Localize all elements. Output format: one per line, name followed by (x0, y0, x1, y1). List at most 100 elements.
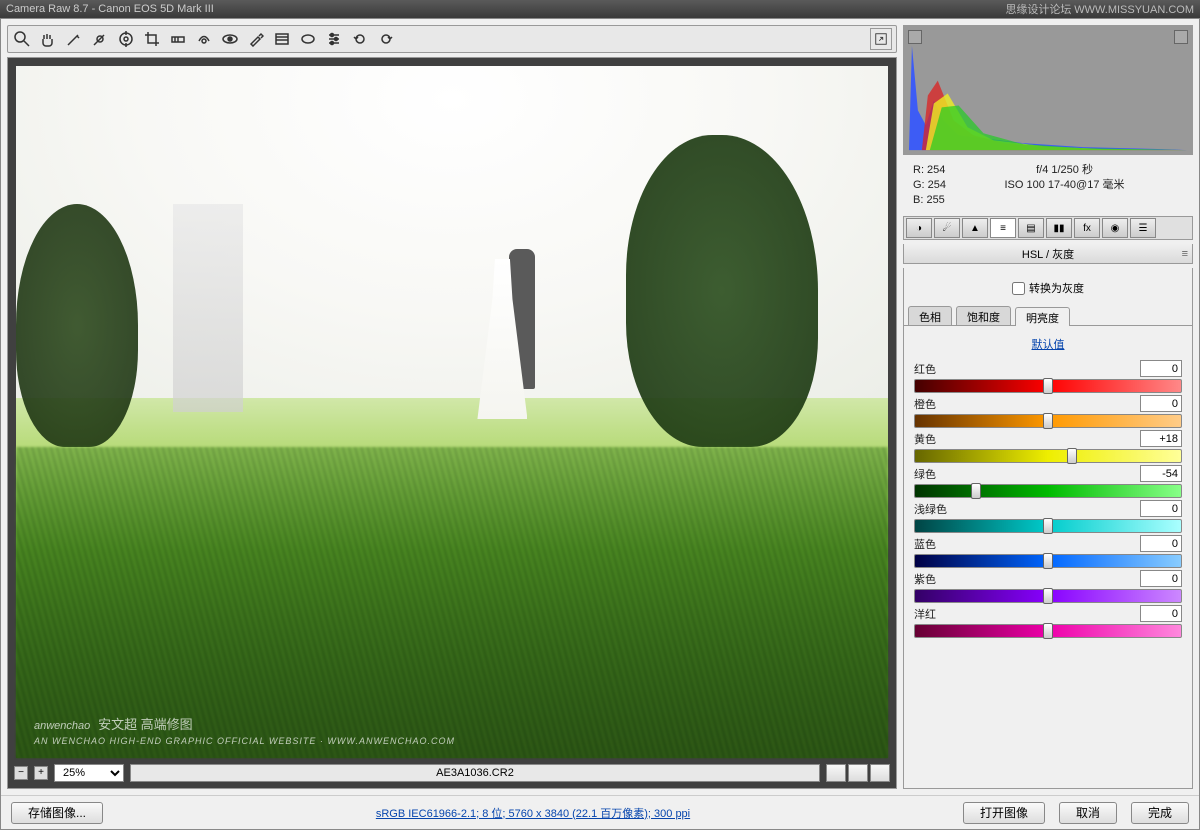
yellow-slider-label: 黄色 (914, 431, 936, 447)
zoom-tool-icon[interactable] (12, 29, 32, 49)
default-link[interactable]: 默认值 (914, 336, 1182, 356)
basic-tab-icon[interactable]: ◑ (906, 218, 932, 238)
orange-slider-row: 橙色 (914, 395, 1182, 428)
rgb-r: R: 254 (913, 163, 946, 178)
hsl-tab-icon[interactable]: ≡ (990, 218, 1016, 238)
preferences-tool-icon[interactable] (324, 29, 344, 49)
rating-button[interactable] (848, 764, 868, 782)
detail-tab-icon[interactable]: ▲ (962, 218, 988, 238)
green-slider-row: 绿色 (914, 465, 1182, 498)
camera-raw-window: anwenchao 安文超 高端修图 AN WENCHAO HIGH-END G… (0, 18, 1200, 830)
crop-tool-icon[interactable] (142, 29, 162, 49)
orange-slider-label: 橙色 (914, 396, 936, 412)
aqua-slider-track[interactable] (914, 519, 1182, 533)
lens-tab-icon[interactable]: ▮▮ (1046, 218, 1072, 238)
red-slider-thumb[interactable] (1043, 378, 1053, 394)
window-title: Camera Raw 8.7 - Canon EOS 5D Mark III (6, 3, 214, 15)
zoom-in-button[interactable]: + (34, 766, 48, 780)
convert-grayscale-checkbox[interactable] (1012, 282, 1025, 295)
orange-slider-value[interactable] (1140, 395, 1182, 412)
hue-subtab[interactable]: 色相 (908, 306, 952, 325)
aqua-slider-value[interactable] (1140, 500, 1182, 517)
saturation-subtab[interactable]: 饱和度 (956, 306, 1011, 325)
purple-slider-label: 紫色 (914, 571, 936, 587)
spot-removal-tool-icon[interactable] (194, 29, 214, 49)
green-slider-thumb[interactable] (971, 483, 981, 499)
purple-slider-row: 紫色 (914, 570, 1182, 603)
panel-tabs: ◑ ☄ ▲ ≡ ▤ ▮▮ fx ◉ ☰ (903, 216, 1193, 240)
fx-tab-icon[interactable]: fx (1074, 218, 1100, 238)
blue-slider-row: 蓝色 (914, 535, 1182, 568)
camera-tab-icon[interactable]: ◉ (1102, 218, 1128, 238)
exif-iso-lens: ISO 100 17-40@17 毫米 (946, 178, 1183, 193)
aqua-slider-label: 浅绿色 (914, 501, 947, 517)
open-image-button[interactable]: 打开图像 (963, 802, 1045, 824)
zoom-select[interactable]: 25% (54, 764, 124, 782)
aqua-slider-row: 浅绿色 (914, 500, 1182, 533)
rotate-ccw-icon[interactable] (350, 29, 370, 49)
purple-slider-thumb[interactable] (1043, 588, 1053, 604)
magenta-slider-track[interactable] (914, 624, 1182, 638)
split-tone-tab-icon[interactable]: ▤ (1018, 218, 1044, 238)
adjustment-brush-tool-icon[interactable] (246, 29, 266, 49)
blue-slider-track[interactable] (914, 554, 1182, 568)
yellow-slider-track[interactable] (914, 449, 1182, 463)
panel-menu-icon[interactable]: ≡ (1182, 248, 1188, 260)
presets-tab-icon[interactable]: ☰ (1130, 218, 1156, 238)
magenta-slider-thumb[interactable] (1043, 623, 1053, 639)
rgb-b: B: 255 (913, 193, 946, 208)
photo-watermark: anwenchao 安文超 高端修图 AN WENCHAO HIGH-END G… (34, 704, 455, 746)
photo-preview: anwenchao 安文超 高端修图 AN WENCHAO HIGH-END G… (16, 66, 888, 758)
rgb-g: G: 254 (913, 178, 946, 193)
red-slider-track[interactable] (914, 379, 1182, 393)
green-slider-track[interactable] (914, 484, 1182, 498)
blue-slider-thumb[interactable] (1043, 553, 1053, 569)
yellow-slider-thumb[interactable] (1067, 448, 1077, 464)
luminance-subtab[interactable]: 明亮度 (1015, 307, 1070, 326)
red-slider-label: 红色 (914, 361, 936, 377)
color-sampler-tool-icon[interactable] (90, 29, 110, 49)
preview-area[interactable]: anwenchao 安文超 高端修图 AN WENCHAO HIGH-END G… (7, 57, 897, 789)
radial-filter-tool-icon[interactable] (298, 29, 318, 49)
filename-display: AE3A1036.CR2 (130, 764, 820, 782)
blue-slider-value[interactable] (1140, 535, 1182, 552)
green-slider-label: 绿色 (914, 466, 936, 482)
curve-tab-icon[interactable]: ☄ (934, 218, 960, 238)
purple-slider-track[interactable] (914, 589, 1182, 603)
magenta-slider-value[interactable] (1140, 605, 1182, 622)
rotate-cw-icon[interactable] (376, 29, 396, 49)
convert-grayscale-label: 转换为灰度 (1029, 280, 1084, 296)
cancel-button[interactable]: 取消 (1059, 802, 1117, 824)
targeted-adjustment-tool-icon[interactable] (116, 29, 136, 49)
orange-slider-thumb[interactable] (1043, 413, 1053, 429)
zoom-out-button[interactable]: − (14, 766, 28, 780)
save-image-button[interactable]: 存储图像... (11, 802, 103, 824)
exif-exposure: f/4 1/250 秒 (946, 163, 1183, 178)
graduated-filter-tool-icon[interactable] (272, 29, 292, 49)
done-button[interactable]: 完成 (1131, 802, 1189, 824)
yellow-slider-row: 黄色 (914, 430, 1182, 463)
red-slider-row: 红色 (914, 360, 1182, 393)
histogram[interactable] (903, 25, 1193, 155)
aqua-slider-thumb[interactable] (1043, 518, 1053, 534)
menu-button[interactable] (870, 764, 890, 782)
straighten-tool-icon[interactable] (168, 29, 188, 49)
white-balance-tool-icon[interactable] (64, 29, 84, 49)
toggle-fullscreen-icon[interactable] (870, 28, 892, 50)
magenta-slider-label: 洋红 (914, 606, 936, 622)
filter-button[interactable] (826, 764, 846, 782)
hand-tool-icon[interactable] (38, 29, 58, 49)
green-slider-value[interactable] (1140, 465, 1182, 482)
workflow-options-link[interactable]: sRGB IEC61966-2.1; 8 位; 5760 x 3840 (22.… (376, 805, 690, 821)
orange-slider-track[interactable] (914, 414, 1182, 428)
hsl-panel: 转换为灰度 色相 饱和度 明亮度 默认值 红色橙色黄色绿色浅绿色蓝色紫色洋红 (903, 268, 1193, 789)
purple-slider-value[interactable] (1140, 570, 1182, 587)
info-readout: R: 254 G: 254 B: 255 f/4 1/250 秒 ISO 100… (903, 159, 1193, 212)
footer: 存储图像... sRGB IEC61966-2.1; 8 位; 5760 x 3… (1, 795, 1199, 829)
redeye-tool-icon[interactable] (220, 29, 240, 49)
red-slider-value[interactable] (1140, 360, 1182, 377)
blue-slider-label: 蓝色 (914, 536, 936, 552)
yellow-slider-value[interactable] (1140, 430, 1182, 447)
magenta-slider-row: 洋红 (914, 605, 1182, 638)
brand-watermark: 思缘设计论坛 WWW.MISSYUAN.COM (1005, 1, 1194, 17)
